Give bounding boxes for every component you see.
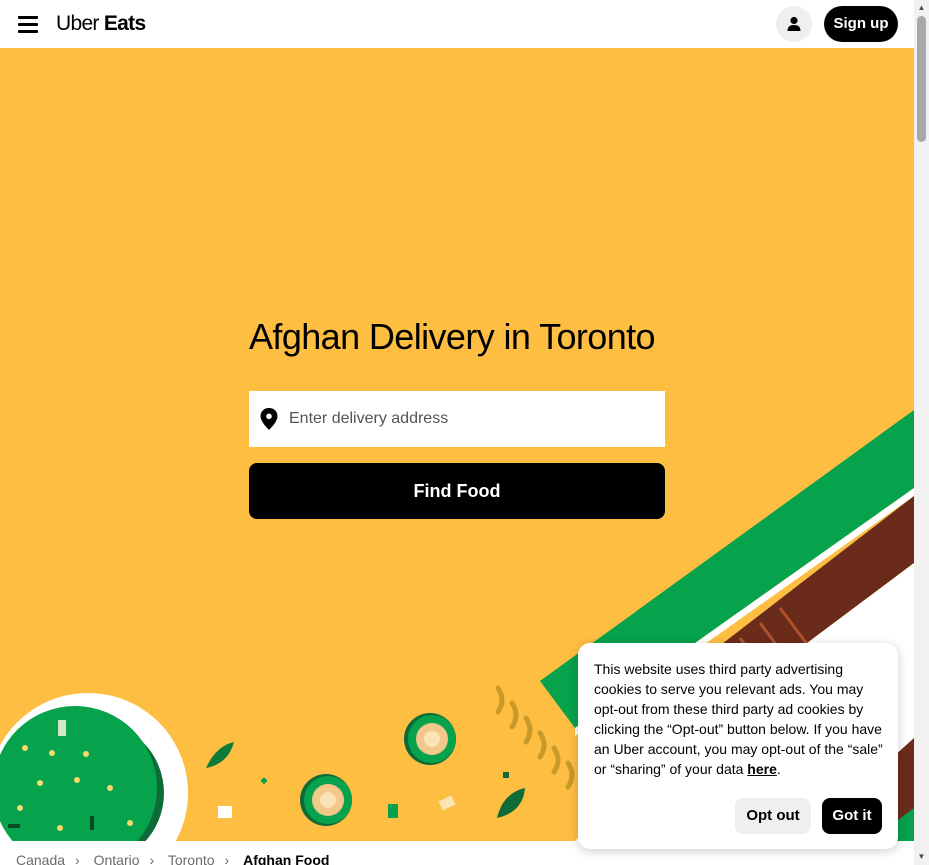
- scroll-up-arrow-icon[interactable]: ▲: [917, 3, 926, 12]
- address-search-box[interactable]: [249, 391, 665, 447]
- page-scrollbar[interactable]: ▲ ▼: [914, 0, 929, 865]
- location-pin-icon: [260, 408, 278, 430]
- chevron-right-icon: ›: [224, 852, 230, 865]
- delivery-address-input[interactable]: [289, 391, 659, 447]
- chevron-right-icon: ›: [149, 852, 155, 865]
- scroll-down-arrow-icon[interactable]: ▼: [917, 852, 926, 861]
- cookie-message: This website uses third party advertisin…: [594, 659, 886, 779]
- breadcrumb: Canada › Ontario › Toronto › Afghan Food: [16, 852, 339, 865]
- breadcrumb-item[interactable]: Toronto: [168, 852, 215, 865]
- cookie-message-end: .: [776, 761, 781, 777]
- chevron-right-icon: ›: [75, 852, 80, 865]
- sign-up-button[interactable]: Sign up: [824, 6, 898, 42]
- find-food-button[interactable]: Find Food: [249, 463, 665, 519]
- scrollbar-thumb[interactable]: [917, 16, 926, 142]
- got-it-button[interactable]: Got it: [822, 798, 882, 834]
- cookie-message-text: This website uses third party advertisin…: [594, 661, 883, 777]
- page: Uber Eats Sign up Afghan Delivery in Tor…: [0, 0, 929, 865]
- opt-out-button[interactable]: Opt out: [735, 798, 811, 834]
- breadcrumb-item[interactable]: Ontario: [94, 852, 140, 865]
- user-icon: [787, 16, 801, 31]
- breadcrumb-current: Afghan Food: [243, 852, 330, 865]
- cookie-here-link[interactable]: here: [747, 761, 777, 777]
- breadcrumb-item[interactable]: Canada: [16, 852, 65, 865]
- logo-uber: Uber: [56, 12, 99, 35]
- account-button[interactable]: [776, 6, 812, 42]
- page-title: Afghan Delivery in Toronto: [249, 316, 656, 357]
- uber-eats-logo[interactable]: Uber Eats: [56, 12, 146, 36]
- logo-eats: Eats: [103, 12, 146, 35]
- hamburger-menu-icon[interactable]: [18, 14, 38, 34]
- top-header: Uber Eats Sign up: [0, 0, 914, 48]
- cookie-consent-dialog: This website uses third party advertisin…: [578, 643, 898, 849]
